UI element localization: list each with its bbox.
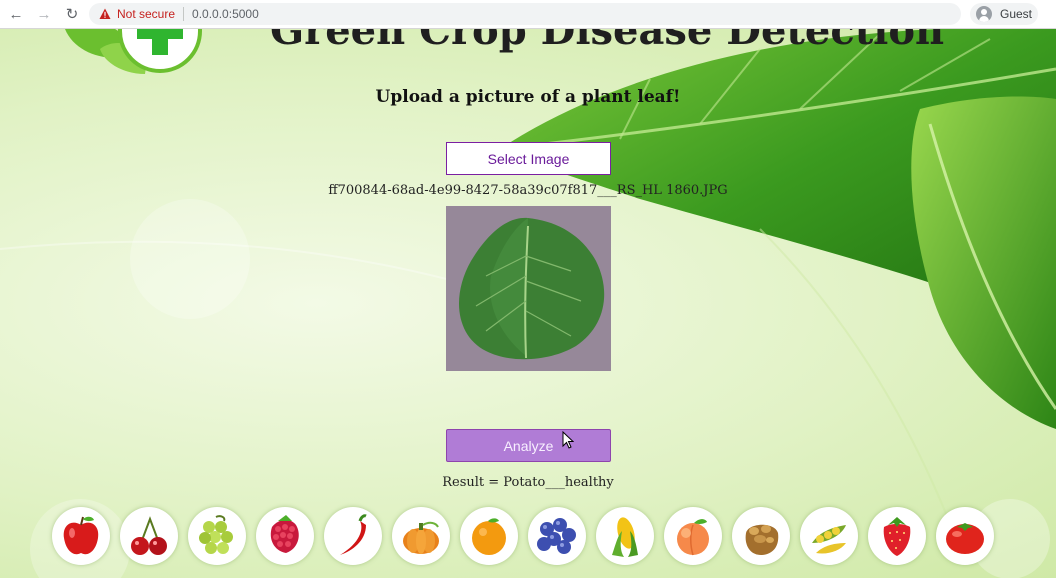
forward-icon[interactable]: → <box>32 2 56 26</box>
address-bar[interactable]: Not secure 0.0.0.0:5000 <box>89 3 961 25</box>
tomato-icon[interactable] <box>936 507 994 565</box>
leaf-preview-image <box>446 206 611 371</box>
soybean-icon[interactable] <box>800 507 858 565</box>
potato-icon[interactable] <box>732 507 790 565</box>
peach-icon[interactable] <box>664 507 722 565</box>
pumpkin-icon[interactable] <box>392 507 450 565</box>
apple-icon[interactable] <box>52 507 110 565</box>
mouse-cursor-icon <box>562 431 574 449</box>
omnibox-divider <box>183 7 185 21</box>
browser-toolbar: ← → ↻ Not secure 0.0.0.0:5000 Guest <box>0 0 1056 29</box>
result-text: Result = Potato___healthy <box>442 475 614 490</box>
chili-icon[interactable] <box>324 507 382 565</box>
url-text: 0.0.0.0:5000 <box>192 7 259 21</box>
raspberry-icon[interactable] <box>256 507 314 565</box>
corn-icon[interactable] <box>596 507 654 565</box>
page-content: Green Crop Disease Detection Upload a pi… <box>0 29 1056 578</box>
reload-icon[interactable]: ↻ <box>60 2 84 26</box>
analyze-button[interactable]: Analyze <box>446 429 611 462</box>
security-label: Not secure <box>117 7 176 21</box>
profile-label: Guest <box>999 7 1032 21</box>
back-icon[interactable]: ← <box>4 2 28 26</box>
cherry-icon[interactable] <box>120 507 178 565</box>
warning-icon <box>99 8 111 19</box>
profile-button[interactable]: Guest <box>969 3 1038 25</box>
avatar-icon <box>975 6 992 22</box>
blueberry-icon[interactable] <box>528 507 586 565</box>
orange-icon[interactable] <box>460 507 518 565</box>
strawberry-icon[interactable] <box>868 507 926 565</box>
selected-file-name: ff700844-68ad-4e99-8427-58a39c07f817___R… <box>328 183 728 198</box>
upload-heading: Upload a picture of a plant leaf! <box>375 87 681 107</box>
fruit-icon-row <box>52 507 994 567</box>
grape-icon[interactable] <box>188 507 246 565</box>
select-image-button[interactable]: Select Image <box>446 142 611 175</box>
logo-icon <box>65 29 202 74</box>
leaf-icon <box>446 206 611 371</box>
page-title: Green Crop Disease Detection <box>270 29 945 54</box>
